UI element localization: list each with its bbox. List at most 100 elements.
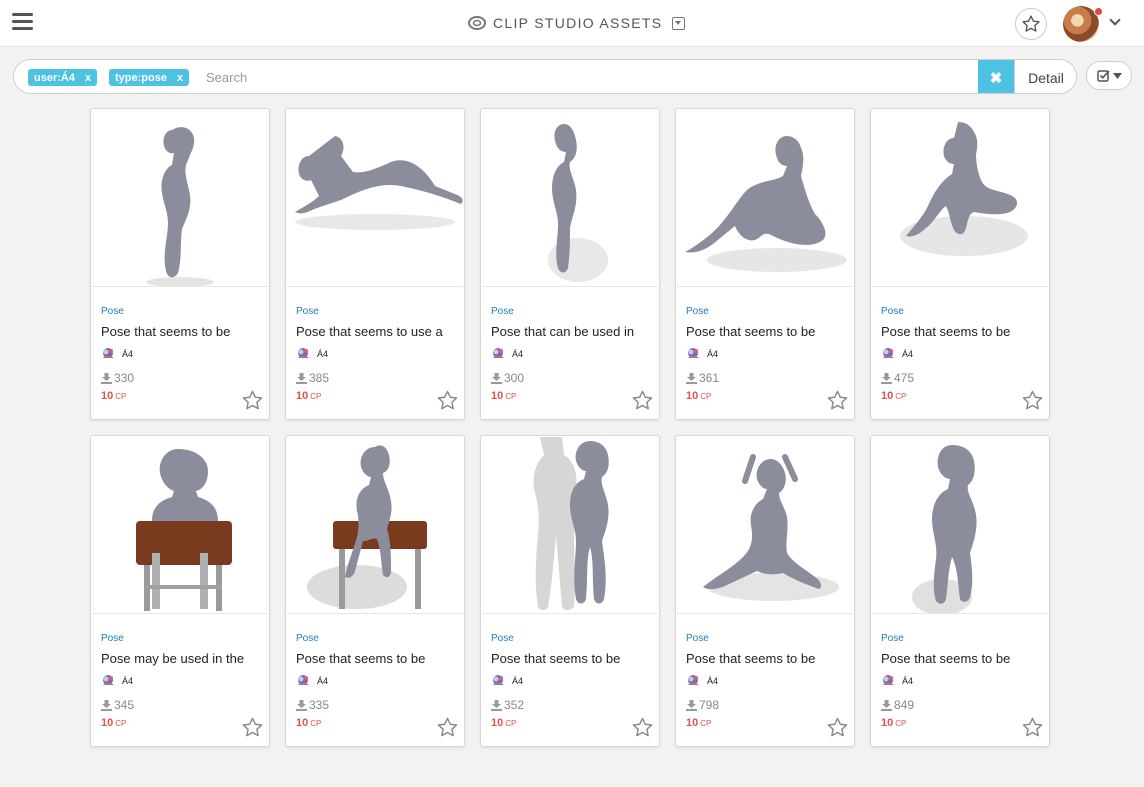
author-link[interactable]: Á4: [101, 347, 133, 360]
asset-type-label[interactable]: Pose: [491, 306, 514, 317]
asset-card[interactable]: Pose Pose that seems to be Á4 475 10 CP: [870, 108, 1050, 420]
download-count-value: 300: [504, 371, 525, 385]
favorite-star-icon[interactable]: [1021, 389, 1044, 412]
favorite-star-icon[interactable]: [631, 389, 654, 412]
asset-type-label[interactable]: Pose: [491, 633, 514, 644]
search-input[interactable]: [206, 66, 976, 89]
asset-card[interactable]: Pose Pose that seems to be Á4 335 10 CP: [285, 435, 465, 747]
favorite-star-icon[interactable]: [826, 716, 849, 739]
asset-type-label[interactable]: Pose: [686, 306, 709, 317]
pose-thumbnail-image[interactable]: [482, 437, 658, 614]
asset-card[interactable]: Pose Pose that seems to be Á4 798 10 CP: [675, 435, 855, 747]
price-value: 10: [686, 717, 699, 729]
price-value: 10: [881, 390, 894, 402]
favorite-star-icon[interactable]: [631, 716, 654, 739]
author-name: Á4: [122, 348, 134, 359]
pose-thumbnail-image[interactable]: [92, 110, 268, 287]
author-link[interactable]: Á4: [296, 674, 328, 687]
download-icon: [296, 699, 307, 711]
pose-figure-icon: [912, 445, 977, 613]
favorite-star-icon[interactable]: [241, 716, 264, 739]
download-icon: [491, 372, 502, 384]
author-link[interactable]: Á4: [881, 347, 913, 360]
price-value: 10: [881, 717, 894, 729]
dropdown-caret-icon: [672, 16, 686, 30]
asset-title[interactable]: Pose that seems to be: [101, 324, 266, 339]
author-name: Á4: [512, 675, 524, 686]
pose-thumbnail-image[interactable]: [287, 110, 463, 287]
asset-card[interactable]: Pose Pose that seems to be Á4 361 10 CP: [675, 108, 855, 420]
asset-type-label[interactable]: Pose: [296, 306, 319, 317]
asset-title[interactable]: Pose that seems to be: [881, 324, 1046, 339]
asset-card[interactable]: Pose Pose that can be used in Á4 300 10 C…: [480, 108, 660, 420]
asset-type-label[interactable]: Pose: [101, 306, 124, 317]
asset-card[interactable]: Pose Pose that seems to be Á4 849 10 CP: [870, 435, 1050, 747]
asset-type-label[interactable]: Pose: [881, 306, 904, 317]
favorite-star-icon[interactable]: [241, 389, 264, 412]
pose-thumbnail-image[interactable]: [482, 110, 658, 287]
chip-remove-icon[interactable]: x: [177, 72, 183, 84]
price-unit: CP: [115, 392, 127, 401]
pose-thumbnail-image[interactable]: [287, 437, 463, 614]
favorite-star-icon[interactable]: [436, 716, 459, 739]
asset-type-label[interactable]: Pose: [881, 633, 904, 644]
asset-card[interactable]: Pose Pose that seems to use a Á4 385 10 C…: [285, 108, 465, 420]
price-value: 10: [686, 390, 699, 402]
asset-title[interactable]: Pose that seems to be: [491, 651, 656, 666]
asset-type-label[interactable]: Pose: [686, 633, 709, 644]
asset-card[interactable]: Pose Pose that seems to be Á4 352 10 CP: [480, 435, 660, 747]
download-count: 798: [686, 698, 719, 712]
price-value: 10: [101, 717, 114, 729]
price-unit: CP: [700, 719, 712, 728]
price-label: 10 CP: [881, 717, 906, 729]
author-link[interactable]: Á4: [491, 347, 523, 360]
app-brand-dropdown[interactable]: CLIP STUDIO ASSETS: [468, 13, 686, 33]
asset-title[interactable]: Pose that seems to be: [686, 324, 851, 339]
author-name: Á4: [317, 348, 329, 359]
author-link[interactable]: Á4: [686, 347, 718, 360]
download-count-value: 345: [114, 698, 135, 712]
download-count-value: 385: [309, 371, 330, 385]
favorite-star-icon[interactable]: [1021, 716, 1044, 739]
download-icon: [881, 372, 892, 384]
chip-remove-icon[interactable]: x: [85, 72, 91, 84]
asset-title[interactable]: Pose that seems to be: [686, 651, 851, 666]
asset-card[interactable]: Pose Pose that seems to be Á4 330 10 CP: [90, 108, 270, 420]
author-avatar-icon: [298, 675, 309, 685]
author-link[interactable]: Á4: [491, 674, 523, 687]
pose-thumbnail-image[interactable]: [872, 110, 1048, 287]
author-avatar-icon: [883, 675, 894, 685]
asset-title[interactable]: Pose that can be used in: [491, 324, 656, 339]
asset-type-label[interactable]: Pose: [101, 633, 124, 644]
clear-search-button[interactable]: ✖: [978, 60, 1014, 93]
author-link[interactable]: Á4: [881, 674, 913, 687]
asset-card[interactable]: Pose Pose may be used in the Á4 345 10 CP: [90, 435, 270, 747]
asset-title[interactable]: Pose may be used in the: [101, 651, 266, 666]
pose-thumbnail-image[interactable]: [677, 437, 853, 614]
asset-type-label[interactable]: Pose: [296, 633, 319, 644]
asset-title[interactable]: Pose that seems to be: [296, 651, 461, 666]
favorites-button[interactable]: [1015, 8, 1047, 40]
pose-figure-icon: [703, 454, 839, 601]
pose-thumbnail-image[interactable]: [677, 110, 853, 287]
asset-title[interactable]: Pose that seems to be: [881, 651, 1046, 666]
asset-title[interactable]: Pose that seems to use a: [296, 324, 461, 339]
price-value: 10: [296, 390, 309, 402]
hamburger-menu-icon[interactable]: [12, 13, 33, 31]
selection-mode-button[interactable]: [1086, 61, 1132, 90]
detail-search-button[interactable]: Detail: [1014, 60, 1076, 93]
author-link[interactable]: Á4: [686, 674, 718, 687]
filter-chip-user[interactable]: user:Á4 x: [28, 69, 98, 86]
account-menu-chevron-down-icon[interactable]: [1110, 16, 1122, 26]
filter-chip-type[interactable]: type:pose x: [109, 69, 190, 86]
pose-thumbnail-image[interactable]: [872, 437, 1048, 614]
favorite-star-icon[interactable]: [436, 389, 459, 412]
author-link[interactable]: Á4: [296, 347, 328, 360]
download-count-value: 361: [699, 371, 720, 385]
price-unit: CP: [895, 719, 907, 728]
favorite-star-icon[interactable]: [826, 389, 849, 412]
price-unit: CP: [700, 392, 712, 401]
author-link[interactable]: Á4: [101, 674, 133, 687]
pose-thumbnail-image[interactable]: [92, 437, 268, 614]
price-unit: CP: [895, 392, 907, 401]
